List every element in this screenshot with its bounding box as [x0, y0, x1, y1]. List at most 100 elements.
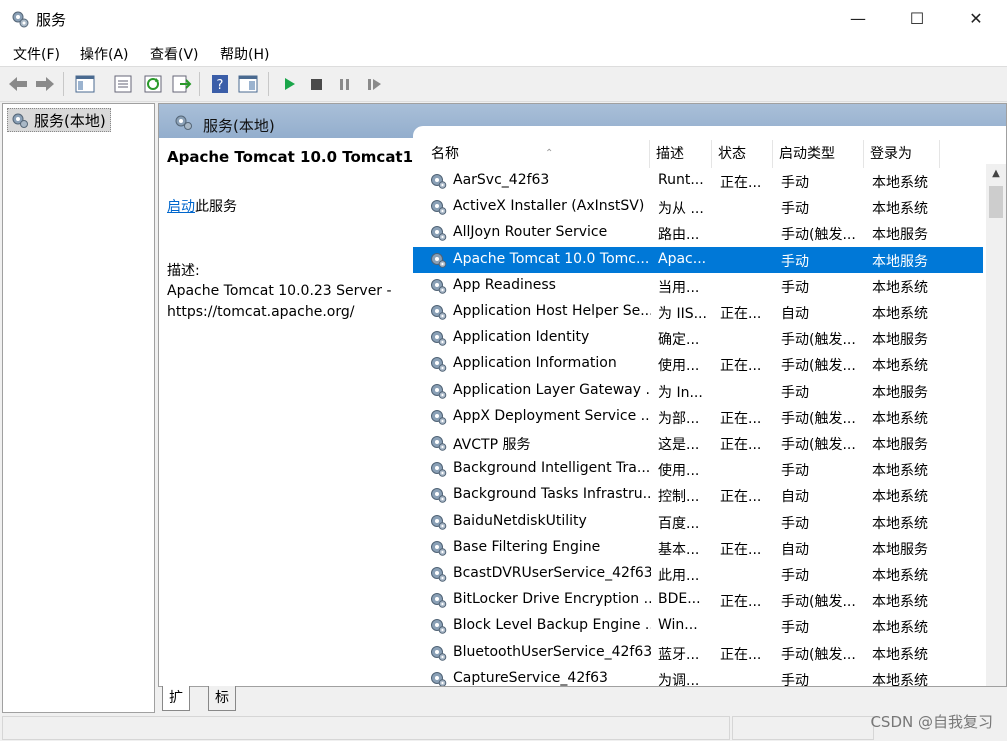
menu-file[interactable]: 文件(F): [13, 44, 60, 64]
service-logon-as: 本地系统: [872, 568, 928, 584]
service-row[interactable]: Application Layer Gateway ... 为 In... 手动 本地…: [413, 378, 983, 404]
service-startup-type: 手动(触发...: [781, 646, 856, 663]
minimize-button[interactable]: —: [828, 0, 888, 38]
service-row[interactable]: AarSvc_42f63 Runt... 正在... 手动 本地系统: [413, 168, 983, 194]
service-name: Application Host Helper Se...: [453, 303, 651, 319]
service-gear-icon: [429, 539, 447, 561]
service-startup-type: 手动: [781, 620, 809, 637]
service-logon-as: 本地服务: [872, 332, 928, 349]
service-row[interactable]: BcastDVRUserService_42f63 此用... 手动 本地系统: [413, 561, 983, 587]
service-description: 当用...: [658, 279, 700, 296]
service-gear-icon: [429, 277, 447, 299]
description-text: Apache Tomcat 10.0.23 Server - https://t…: [167, 283, 392, 320]
refresh-icon[interactable]: [142, 73, 164, 95]
column-header-startup-type[interactable]: 启动类型: [773, 140, 864, 168]
service-status: 正在...: [720, 306, 762, 322]
service-gear-icon: [429, 251, 447, 273]
service-row[interactable]: Block Level Backup Engine ... Win... 手动 本地系…: [413, 613, 983, 639]
service-row[interactable]: Background Tasks Infrastru... 控制... 正在... 自…: [413, 482, 983, 508]
toolbar-separator: [63, 72, 64, 96]
service-description: 使用...: [658, 463, 700, 480]
scroll-up-icon[interactable]: ▲: [986, 164, 1006, 184]
services-gear-icon: [12, 113, 28, 128]
maximize-button[interactable]: ☐: [887, 0, 947, 38]
close-button[interactable]: ✕: [946, 0, 1006, 38]
svg-text:?: ?: [217, 78, 224, 93]
status-cell: [2, 716, 730, 740]
column-header-logon-as[interactable]: 登录为: [864, 140, 940, 168]
tab-extended[interactable]: 扩展: [162, 686, 190, 730]
service-row[interactable]: Application Identity 确定... 手动(触发... 本地服务: [413, 325, 983, 351]
service-name: BluetoothUserService_42f63: [453, 643, 651, 660]
column-header-description[interactable]: 描述: [650, 140, 712, 168]
service-row[interactable]: BitLocker Drive Encryption ... BDE... 正在..…: [413, 587, 983, 613]
toolbar-separator: [268, 72, 269, 96]
menu-action[interactable]: 操作(A): [80, 44, 129, 64]
properties-icon[interactable]: [112, 73, 134, 95]
restart-service-icon[interactable]: [362, 73, 384, 95]
service-logon-as: 本地系统: [872, 279, 928, 296]
service-logon-as: 本地系统: [872, 463, 928, 480]
vertical-scrollbar[interactable]: ▲ ▼: [986, 164, 1006, 686]
service-name: Block Level Backup Engine ...: [453, 617, 651, 634]
service-row[interactable]: App Readiness 当用... 手动 本地系统: [413, 273, 983, 299]
forward-icon[interactable]: [34, 73, 56, 95]
service-gear-icon: [429, 408, 447, 430]
service-startup-type: 手动(触发...: [781, 594, 856, 611]
stop-service-icon[interactable]: [305, 73, 327, 95]
service-gear-icon: [429, 172, 447, 194]
services-gear-icon: [12, 11, 29, 28]
service-name: AVCTP 服务: [453, 437, 531, 453]
back-icon[interactable]: [7, 73, 29, 95]
menu-view[interactable]: 查看(V): [150, 44, 199, 64]
service-logon-as: 本地系统: [872, 358, 928, 375]
show-hide-tree-icon[interactable]: [74, 73, 96, 95]
description-pane: Apache Tomcat 10.0 Tomcat10 启动此服务 描述: Ap…: [159, 138, 423, 686]
pause-service-icon[interactable]: [333, 73, 355, 95]
service-description: 百度...: [658, 515, 700, 532]
start-service-link[interactable]: 启动: [167, 199, 195, 215]
service-description: 路由...: [658, 227, 700, 244]
service-row[interactable]: Apache Tomcat 10.0 Tomc... Apac... 手动 本地服务: [413, 246, 983, 273]
service-logon-as: 本地系统: [872, 489, 928, 506]
tree-node-services-local[interactable]: 服务(本地): [7, 108, 111, 132]
service-description: Apac...: [658, 250, 707, 267]
service-row[interactable]: AllJoyn Router Service 路由... 手动(触发... 本地服务: [413, 220, 983, 246]
service-row[interactable]: AppX Deployment Service ... 为部... 正在... 手动(…: [413, 404, 983, 430]
column-header-status[interactable]: 状态: [712, 140, 773, 168]
console-view-icon[interactable]: [237, 73, 259, 95]
service-name: Background Tasks Infrastru...: [453, 486, 651, 503]
scroll-thumb[interactable]: [989, 186, 1003, 218]
service-name: Apache Tomcat 10.0 Tomc...: [453, 250, 650, 267]
watermark-text: CSDN @自我复习: [870, 713, 993, 731]
tab-standard[interactable]: 标准: [208, 686, 236, 730]
column-header-name[interactable]: 名称 ⌃: [425, 140, 650, 168]
service-name: Application Information: [453, 355, 617, 372]
status-bar: [0, 714, 1007, 741]
selected-service-title: Apache Tomcat 10.0 Tomcat10: [167, 148, 424, 166]
service-description: 使用...: [658, 358, 700, 375]
service-startup-type: 手动: [781, 672, 809, 686]
service-row[interactable]: AVCTP 服务 这是... 正在... 手动(触发... 本地服务: [413, 430, 983, 456]
service-name: CaptureService_42f63: [453, 669, 608, 686]
service-row[interactable]: Application Information 使用... 正在... 手动(触发..…: [413, 351, 983, 377]
service-row[interactable]: Application Host Helper Se... 为 IIS... 正在.…: [413, 299, 983, 325]
service-name: Base Filtering Engine: [453, 538, 601, 555]
service-startup-type: 自动: [781, 489, 809, 506]
service-status: 正在...: [720, 489, 762, 506]
service-row[interactable]: ActiveX Installer (AxInstSV) 为从 ... 手动 本地系统: [413, 194, 983, 220]
service-gear-icon: [429, 617, 447, 639]
description-label: 描述:: [167, 263, 200, 279]
service-logon-as: 本地系统: [872, 515, 928, 532]
service-row[interactable]: BluetoothUserService_42f63 蓝牙... 正在... 手动(触…: [413, 640, 983, 666]
service-row[interactable]: BaiduNetdiskUtility 百度... 手动 本地系统: [413, 509, 983, 535]
export-list-icon[interactable]: [170, 73, 192, 95]
service-description: 为 IIS...: [658, 306, 707, 322]
service-row[interactable]: Base Filtering Engine 基本... 正在... 自动 本地服务: [413, 535, 983, 561]
service-row[interactable]: Background Intelligent Tra... 使用... 手动 本地系统: [413, 456, 983, 482]
start-service-icon[interactable]: [278, 73, 300, 95]
sort-ascending-icon: ⌃: [545, 148, 554, 159]
menu-help[interactable]: 帮助(H): [220, 44, 269, 64]
help-icon[interactable]: ?: [209, 73, 231, 95]
service-row[interactable]: CaptureService_42f63 为调... 手动 本地系统: [413, 666, 983, 686]
